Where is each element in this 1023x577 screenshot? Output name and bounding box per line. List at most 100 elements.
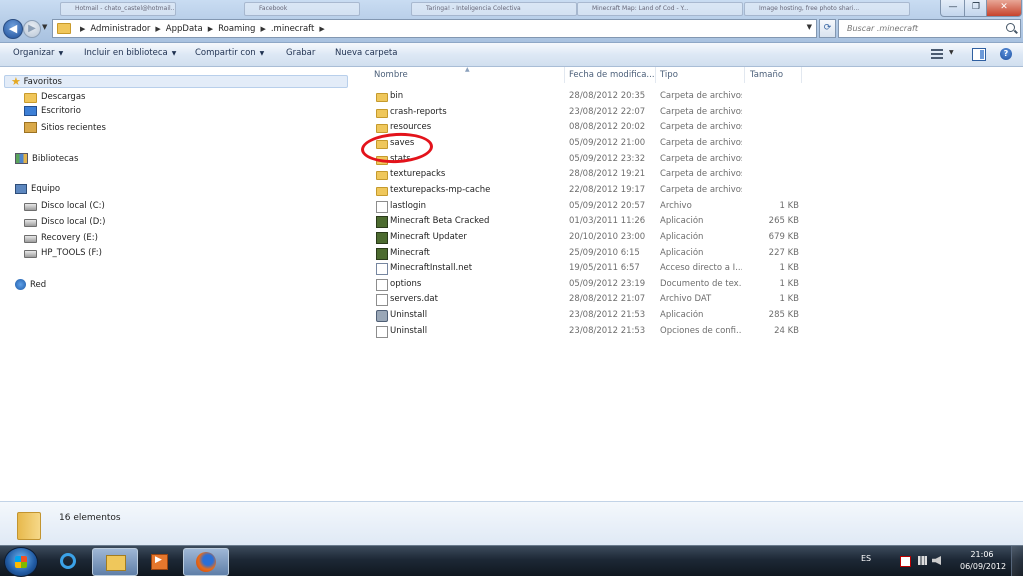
file-row[interactable]: crash-reports 23/08/2012 22:07 Carpeta de … xyxy=(364,105,1023,120)
column-divider[interactable] xyxy=(655,67,656,83)
file-type: Carpeta de archivos xyxy=(660,122,742,133)
recent-pages-dropdown[interactable]: ▼ xyxy=(42,23,47,31)
nav-drive-c[interactable]: Disco local (C:) xyxy=(24,200,105,211)
breadcrumb-roaming[interactable]: Roaming xyxy=(218,24,255,34)
column-header-type[interactable]: Tipo xyxy=(660,70,678,80)
file-row[interactable]: Uninstall 23/08/2012 21:53 Aplicación 285 K… xyxy=(364,308,1023,323)
share-with-button[interactable]: Compartir con ▼ xyxy=(195,48,264,58)
nav-downloads[interactable]: Descargas xyxy=(24,91,85,103)
background-tab-hotmail[interactable]: Hotmail - chato_castel@hotmail... xyxy=(60,2,176,16)
file-row[interactable]: options 05/09/2012 23:19 Documento de tex.… xyxy=(364,277,1023,292)
breadcrumb-minecraft[interactable]: .minecraft xyxy=(271,24,315,34)
taskbar-internet-explorer[interactable] xyxy=(47,548,91,574)
new-folder-button[interactable]: Nueva carpeta xyxy=(335,48,397,58)
minimize-button[interactable]: — xyxy=(940,0,966,17)
file-name: lastlogin xyxy=(390,200,427,211)
nav-recent-places[interactable]: Sitios recientes xyxy=(24,122,106,133)
action-center-flag-icon[interactable] xyxy=(900,556,911,567)
file-row[interactable]: servers.dat 28/08/2012 21:07 Archivo DAT 1 … xyxy=(364,292,1023,307)
search-icon[interactable] xyxy=(1006,23,1015,32)
nav-favorites[interactable]: ★ Favoritos xyxy=(4,75,348,88)
nav-computer[interactable]: Equipo xyxy=(15,184,60,194)
file-name: Minecraft Beta Cracked xyxy=(390,216,490,227)
arrow-right-icon: ▶ xyxy=(28,23,36,34)
background-tab-facebook[interactable]: Facebook xyxy=(244,2,360,16)
taskbar-media-player[interactable] xyxy=(137,548,181,574)
file-row[interactable]: MinecraftInstall.net 19/05/2011 6:57 Acces… xyxy=(364,261,1023,276)
file-name: texturepacks xyxy=(390,169,446,180)
background-tab-minecraft-map[interactable]: Minecraft Map: Land of Cod - Y... xyxy=(577,2,743,16)
chevron-right-icon[interactable]: ▶ xyxy=(260,25,265,33)
volume-icon[interactable] xyxy=(932,556,941,565)
include-library-label: Incluir en biblioteca xyxy=(84,48,168,58)
file-row[interactable]: saves 05/09/2012 21:00 Carpeta de archivos xyxy=(364,136,1023,151)
show-desktop-button[interactable] xyxy=(1011,546,1023,576)
hard-drive-icon xyxy=(24,235,37,243)
taskbar-explorer[interactable] xyxy=(92,548,138,576)
chevron-right-icon[interactable]: ▶ xyxy=(155,25,160,33)
file-row[interactable]: Minecraft 25/09/2010 6:15 Aplicación 227 KB xyxy=(364,246,1023,261)
column-header-date[interactable]: Fecha de modifica... xyxy=(569,70,655,80)
burn-button[interactable]: Grabar xyxy=(286,48,315,58)
file-row[interactable]: Minecraft Beta Cracked 01/03/2011 11:26 Ap… xyxy=(364,214,1023,229)
file-date: 05/09/2012 23:19 xyxy=(569,278,646,289)
forward-button[interactable]: ▶ xyxy=(23,20,41,38)
close-button[interactable]: ✕ xyxy=(986,0,1022,17)
view-options-dropdown[interactable]: ▼ xyxy=(949,49,954,56)
file-date: 01/03/2011 11:26 xyxy=(569,216,646,227)
file-name: stats xyxy=(390,153,411,164)
nav-libraries[interactable]: Bibliotecas xyxy=(15,153,78,164)
refresh-button[interactable]: ⟳ xyxy=(819,19,836,38)
maximize-button[interactable]: ❐ xyxy=(964,0,988,17)
start-button[interactable] xyxy=(4,547,38,577)
chevron-right-icon[interactable]: ▶ xyxy=(208,25,213,33)
share-with-label: Compartir con xyxy=(195,48,256,58)
file-row[interactable]: texturepacks 28/08/2012 19:21 Carpeta de a… xyxy=(364,167,1023,182)
file-row[interactable]: Minecraft Updater 20/10/2010 23:00 Aplicac… xyxy=(364,230,1023,245)
nav-downloads-label: Descargas xyxy=(41,92,86,102)
application-icon xyxy=(376,247,388,260)
help-icon[interactable]: ? xyxy=(1000,48,1012,60)
file-row[interactable]: texturepacks-mp-cache 22/08/2012 19:17 Car… xyxy=(364,183,1023,198)
include-in-library-button[interactable]: Incluir en biblioteca ▼ xyxy=(84,48,176,58)
taskbar-firefox[interactable] xyxy=(183,548,229,576)
file-row[interactable]: bin 28/08/2012 20:35 Carpeta de archivos xyxy=(364,89,1023,104)
column-divider[interactable] xyxy=(744,67,745,83)
file-row[interactable]: Uninstall 23/08/2012 21:53 Opciones de con… xyxy=(364,324,1023,339)
organize-button[interactable]: Organizar ▼ xyxy=(13,48,63,58)
background-tab-image-hosting[interactable]: Image hosting, free photo shari... xyxy=(744,2,910,16)
file-row[interactable]: stats 05/09/2012 23:32 Carpeta de archivos xyxy=(364,152,1023,167)
breadcrumb-administrador[interactable]: Administrador xyxy=(90,24,150,34)
nav-network[interactable]: Red xyxy=(15,279,46,290)
nav-desktop[interactable]: Escritorio xyxy=(24,106,81,116)
address-bar[interactable]: ▶ Administrador ▶ AppData ▶ Roaming ▶ .m… xyxy=(52,19,817,38)
folder-icon xyxy=(57,23,71,34)
network-signal-icon[interactable] xyxy=(918,556,927,565)
change-view-icon[interactable] xyxy=(931,49,943,59)
column-divider[interactable] xyxy=(564,67,565,83)
address-history-dropdown[interactable]: ▼ xyxy=(807,23,812,31)
nav-drive-f[interactable]: HP_TOOLS (F:) xyxy=(24,247,102,258)
breadcrumb-appdata[interactable]: AppData xyxy=(166,24,203,34)
chevron-right-icon[interactable]: ▶ xyxy=(319,25,324,33)
back-button[interactable]: ◀ xyxy=(3,19,23,39)
preview-pane-icon[interactable] xyxy=(972,48,986,61)
search-box[interactable] xyxy=(838,19,1021,38)
file-date: 08/08/2012 20:02 xyxy=(569,122,646,133)
file-name: Uninstall xyxy=(390,310,428,321)
file-date: 28/08/2012 21:07 xyxy=(569,294,646,305)
document-icon xyxy=(376,278,388,291)
file-row[interactable]: resources 08/08/2012 20:02 Carpeta de arch… xyxy=(364,120,1023,135)
language-indicator[interactable]: ES xyxy=(861,554,871,563)
nav-drive-d[interactable]: Disco local (D:) xyxy=(24,216,105,227)
file-row[interactable]: lastlogin 05/09/2012 20:57 Archivo 1 KB xyxy=(364,199,1023,214)
clock[interactable]: 21:06 06/09/2012 xyxy=(960,549,1006,573)
chevron-right-icon[interactable]: ▶ xyxy=(80,25,85,33)
nav-drive-e[interactable]: Recovery (E:) xyxy=(24,232,98,243)
background-tab-taringa[interactable]: Taringa! - Inteligencia Colectiva xyxy=(411,2,577,16)
column-header-size[interactable]: Tamaño xyxy=(750,70,783,80)
search-input[interactable] xyxy=(845,20,999,37)
column-header-name[interactable]: Nombre xyxy=(374,70,408,80)
column-divider[interactable] xyxy=(801,67,802,83)
document-icon xyxy=(376,200,388,213)
